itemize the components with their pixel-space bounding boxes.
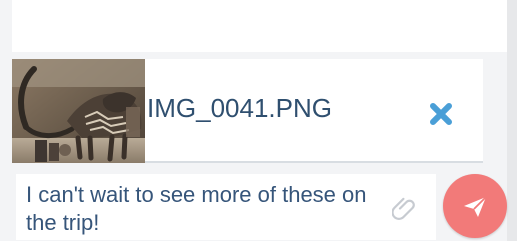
mammoth-thumbnail-image	[12, 59, 145, 163]
header-strip	[12, 0, 509, 52]
scrollbar-rail[interactable]	[507, 0, 517, 241]
attachment-filename: IMG_0041.PNG	[147, 93, 332, 123]
attachment-preview-card: IMG_0041.PNG	[12, 59, 483, 163]
send-button[interactable]	[443, 174, 507, 238]
remove-attachment-button[interactable]	[426, 99, 456, 129]
close-icon	[430, 103, 452, 125]
attachment-thumbnail[interactable]	[12, 59, 145, 163]
attach-file-button[interactable]	[392, 196, 416, 220]
paperclip-icon	[392, 197, 415, 220]
message-composer[interactable]: I can't wait to see more of these on the…	[16, 174, 436, 240]
message-input[interactable]: I can't wait to see more of these on the…	[26, 181, 386, 237]
send-icon	[464, 196, 487, 217]
